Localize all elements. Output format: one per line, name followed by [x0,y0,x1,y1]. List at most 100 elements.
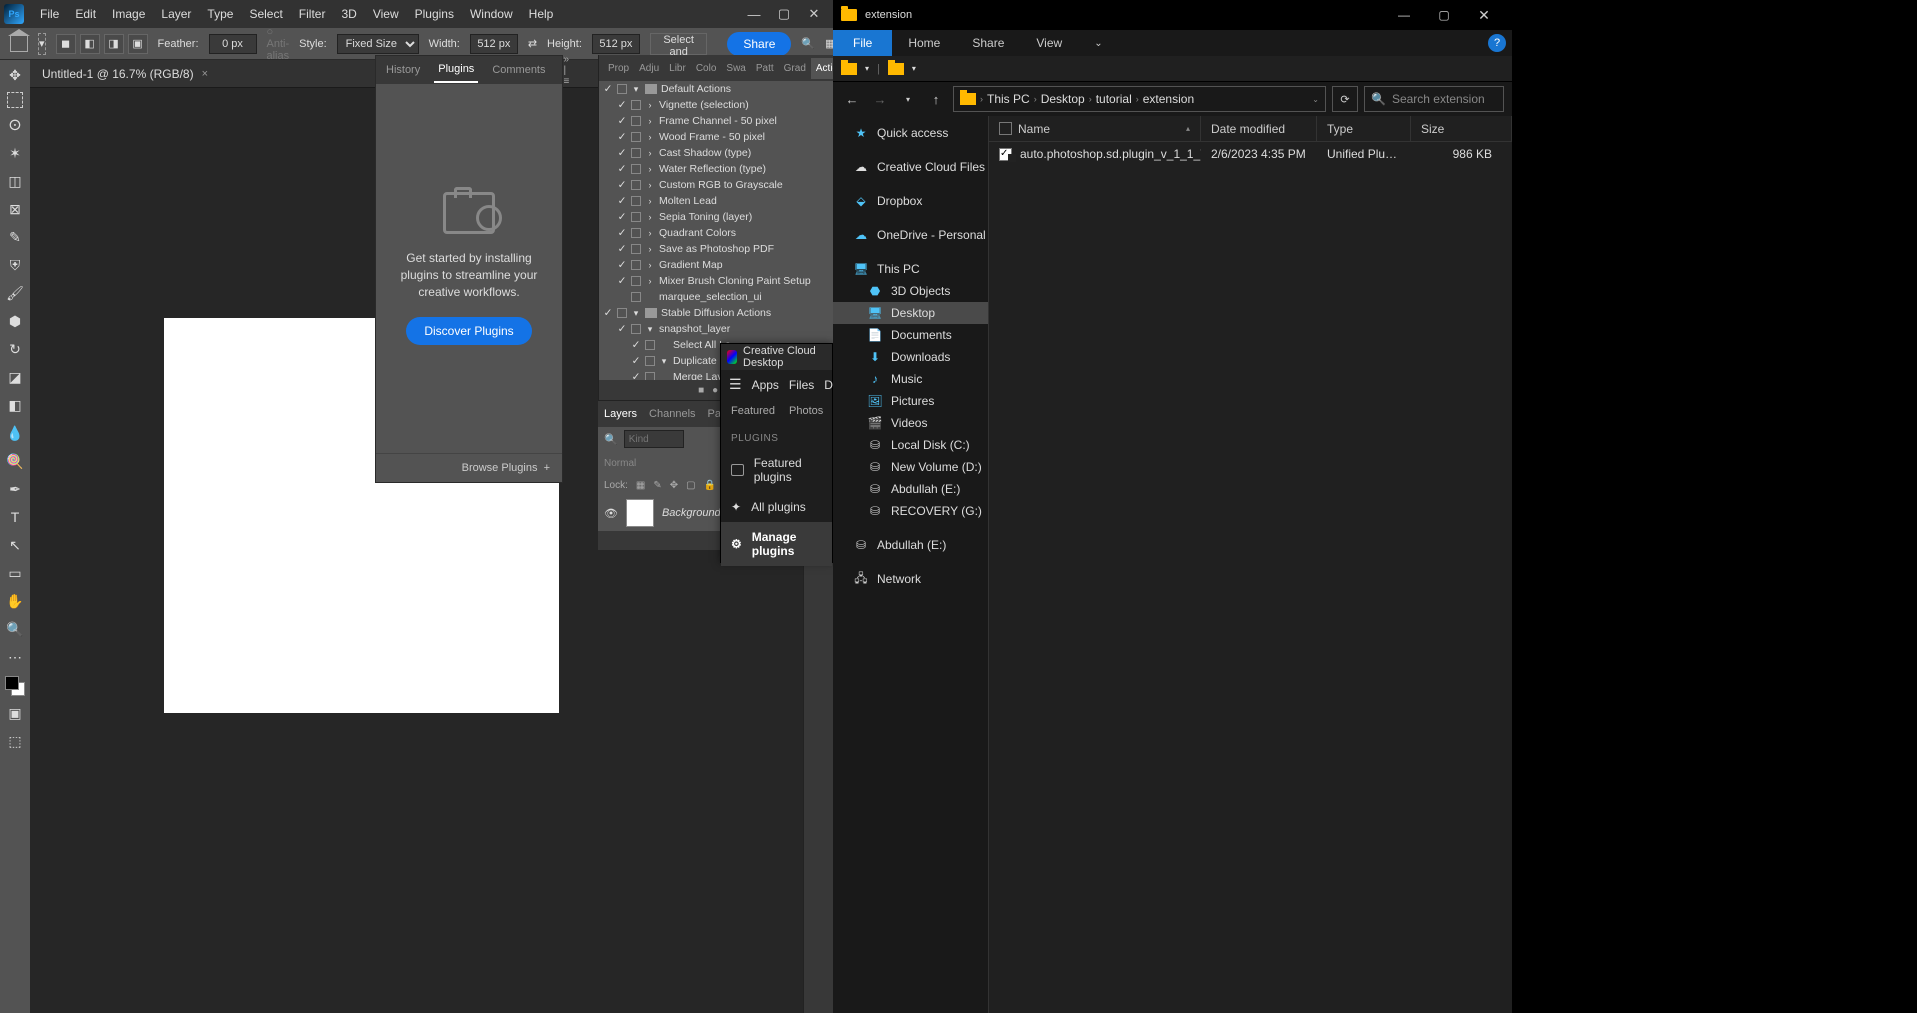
lock-artboard-icon[interactable]: ▢ [686,480,695,491]
action-row[interactable]: ✓›Sepia Toning (layer) [599,209,833,225]
col-name[interactable]: Name▴ [989,116,1201,141]
blend-mode-select[interactable]: Normal [604,458,636,469]
sidebar-new-volume-d[interactable]: ⛁New Volume (D:) [833,456,988,478]
action-row[interactable]: ✓▾Stable Diffusion Actions [599,305,833,321]
add-selection-icon[interactable]: ◧ [80,34,100,54]
sidebar-abdullah-drive[interactable]: ⛁Abdullah (E:) [833,534,988,556]
eyedropper-tool-icon[interactable]: ✎ [4,226,26,248]
action-row[interactable]: ✓›Molten Lead [599,193,833,209]
back-button[interactable]: ← [841,88,863,110]
tab-gradients[interactable]: Grad [779,58,811,79]
swap-dims-icon[interactable]: ⇄ [528,37,537,50]
sidebar-desktop[interactable]: 🖥Desktop [833,302,988,324]
cc-nav-files[interactable]: Files [789,378,814,392]
sidebar-recovery-g[interactable]: ⛁RECOVERY (G:) [833,500,988,522]
help-icon[interactable]: ? [1488,34,1506,52]
history-brush-tool-icon[interactable]: ↻ [4,338,26,360]
tab-properties[interactable]: Prop [603,58,634,79]
action-row[interactable]: ✓▾Default Actions [599,81,833,97]
layer-name[interactable]: Background [662,507,721,519]
ribbon-view-tab[interactable]: View [1020,36,1078,50]
sidebar-abdullah-e[interactable]: ⛁Abdullah (E:) [833,478,988,500]
crop-tool-icon[interactable]: ◫ [4,170,26,192]
action-row[interactable]: ✓›Custom RGB to Grayscale [599,177,833,193]
col-date[interactable]: Date modified [1201,116,1317,141]
action-row[interactable]: ✓›Cast Shadow (type) [599,145,833,161]
close-button[interactable]: ✕ [799,3,829,25]
menu-3d[interactable]: 3D [333,3,364,25]
action-row[interactable]: ✓›Quadrant Colors [599,225,833,241]
sidebar-dropbox[interactable]: ⬙Dropbox [833,190,988,212]
sidebar-onedrive[interactable]: ☁OneDrive - Personal [833,224,988,246]
file-row[interactable]: ✓ auto.photoshop.sd.plugin_v_1_1_7.ccx 2… [989,142,1512,166]
minimize-button[interactable]: — [1384,2,1424,28]
sidebar-documents[interactable]: 📄Documents [833,324,988,346]
col-size[interactable]: Size [1411,116,1512,141]
breadcrumb[interactable]: This PC [987,92,1030,106]
hand-tool-icon[interactable]: ✋ [4,590,26,612]
menu-help[interactable]: Help [521,3,562,25]
tab-color[interactable]: Colo [691,58,722,79]
tab-patterns[interactable]: Patt [751,58,779,79]
qat-overflow-icon[interactable]: ▾ [912,64,916,73]
col-type[interactable]: Type [1317,116,1411,141]
minimize-button[interactable]: — [739,3,769,25]
sidebar-downloads[interactable]: ⬇Downloads [833,346,988,368]
edit-toolbar-icon[interactable]: ⋯ [4,646,26,668]
cc-subnav-photos[interactable]: Photos [789,405,823,417]
cc-all-plugins[interactable]: ✦All plugins [721,492,832,522]
actions-list[interactable]: ✓▾Default Actions✓›Vignette (selection)✓… [599,81,833,380]
sidebar-this-pc[interactable]: 🖥This PC [833,258,988,280]
pen-tool-icon[interactable]: ✒ [4,478,26,500]
menu-plugins[interactable]: Plugins [407,3,462,25]
expand-ribbon-icon[interactable]: ⌄ [1078,38,1118,49]
explorer-file-list[interactable]: Name▴ Date modified Type Size ✓ auto.pho… [989,116,1512,1013]
hamburger-icon[interactable]: ☰ [729,376,742,393]
maximize-button[interactable]: ▢ [769,3,799,25]
intersect-selection-icon[interactable]: ▣ [128,34,148,54]
breadcrumb[interactable]: Desktop [1041,92,1085,106]
tab-comments[interactable]: Comments [488,58,549,82]
folder-icon[interactable] [841,63,857,75]
up-button[interactable]: ↑ [925,88,947,110]
screenmode-icon[interactable]: ⬚ [4,730,26,752]
color-swatch[interactable] [5,676,25,696]
style-select[interactable]: Fixed Size [337,34,419,54]
quick-select-tool-icon[interactable]: ✶ [4,142,26,164]
lock-pixels-icon[interactable]: ▦ [636,480,645,491]
action-row[interactable]: ✓›Mixer Brush Cloning Paint Setup [599,273,833,289]
folder-icon[interactable] [888,63,904,75]
sidebar-videos[interactable]: 🎬Videos [833,412,988,434]
explorer-sidebar[interactable]: ★Quick access ☁Creative Cloud Files ⬙Dro… [833,116,989,1013]
search-icon[interactable]: 🔍 [801,37,815,50]
lock-all-icon[interactable]: 🔒 [704,480,716,491]
sidebar-music[interactable]: ♪Music [833,368,988,390]
cc-nav-apps[interactable]: Apps [752,378,779,392]
type-tool-icon[interactable]: T [4,506,26,528]
recent-locations-icon[interactable]: ▾ [897,88,919,110]
cc-subnav-featured[interactable]: Featured [731,405,775,417]
height-input[interactable] [592,34,640,54]
discover-plugins-button[interactable]: Discover Plugins [406,317,531,345]
stamp-tool-icon[interactable]: ⬢ [4,310,26,332]
feather-input[interactable] [209,34,257,54]
sidebar-creative-cloud[interactable]: ☁Creative Cloud Files [833,156,988,178]
shape-tool-icon[interactable]: ▭ [4,562,26,584]
lasso-tool-icon[interactable]: 𐌏 [4,114,26,136]
qat-dropdown-icon[interactable]: ▾ [865,64,869,73]
home-button[interactable] [10,36,28,52]
marquee-tool-icon[interactable] [7,92,23,108]
browse-plugins-link[interactable]: Browse Plugins + [376,453,562,482]
marquee-tool-indicator-icon[interactable]: ▾ [38,33,46,55]
tab-libraries[interactable]: Libr [664,58,691,79]
quickmask-icon[interactable]: ▣ [4,702,26,724]
menu-view[interactable]: View [365,3,407,25]
new-selection-icon[interactable]: ◼ [56,34,76,54]
action-row[interactable]: ✓›Gradient Map [599,257,833,273]
ribbon-home-tab[interactable]: Home [892,36,956,50]
address-bar[interactable]: › This PC› Desktop› tutorial› extension … [953,86,1326,112]
gradient-tool-icon[interactable]: ◧ [4,394,26,416]
breadcrumb[interactable]: extension [1143,92,1194,106]
search-icon[interactable]: 🔍 [604,433,618,446]
path-tool-icon[interactable]: ↖ [4,534,26,556]
